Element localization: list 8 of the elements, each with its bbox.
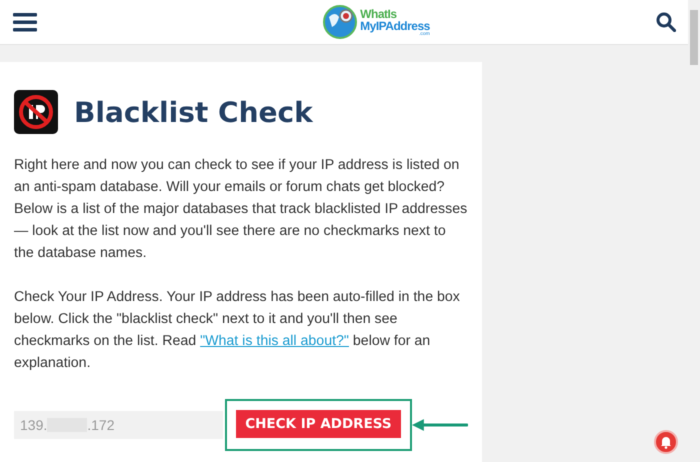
explanation-link[interactable]: "What is this all about?" bbox=[200, 333, 349, 349]
intro-paragraph: Right here and now you can check to see if your IP address is listed on an anti-spam database. Will your emails or forum chats get blocked? Below is a list of the major databases that track blacklisted IP addresses — look at the list now and you'll see there are no checkmarks next to the database names. bbox=[14, 156, 468, 263]
ip-address-field[interactable]: 139. .172 bbox=[14, 411, 224, 439]
logo-text: MyIPAddress bbox=[360, 20, 430, 32]
logo-text: WhatIs bbox=[360, 8, 398, 20]
check-ip-button[interactable]: CHECK IP ADDRESS bbox=[236, 410, 401, 438]
instructions-paragraph: Check Your IP Address. Your IP address has been auto-filled in the box below. Click the "blacklist check" next to it and you'll then see checkmarks on the list. Read "What is this all about?" below for an explanation. bbox=[14, 288, 461, 373]
page-title: Blacklist Check bbox=[74, 96, 313, 128]
